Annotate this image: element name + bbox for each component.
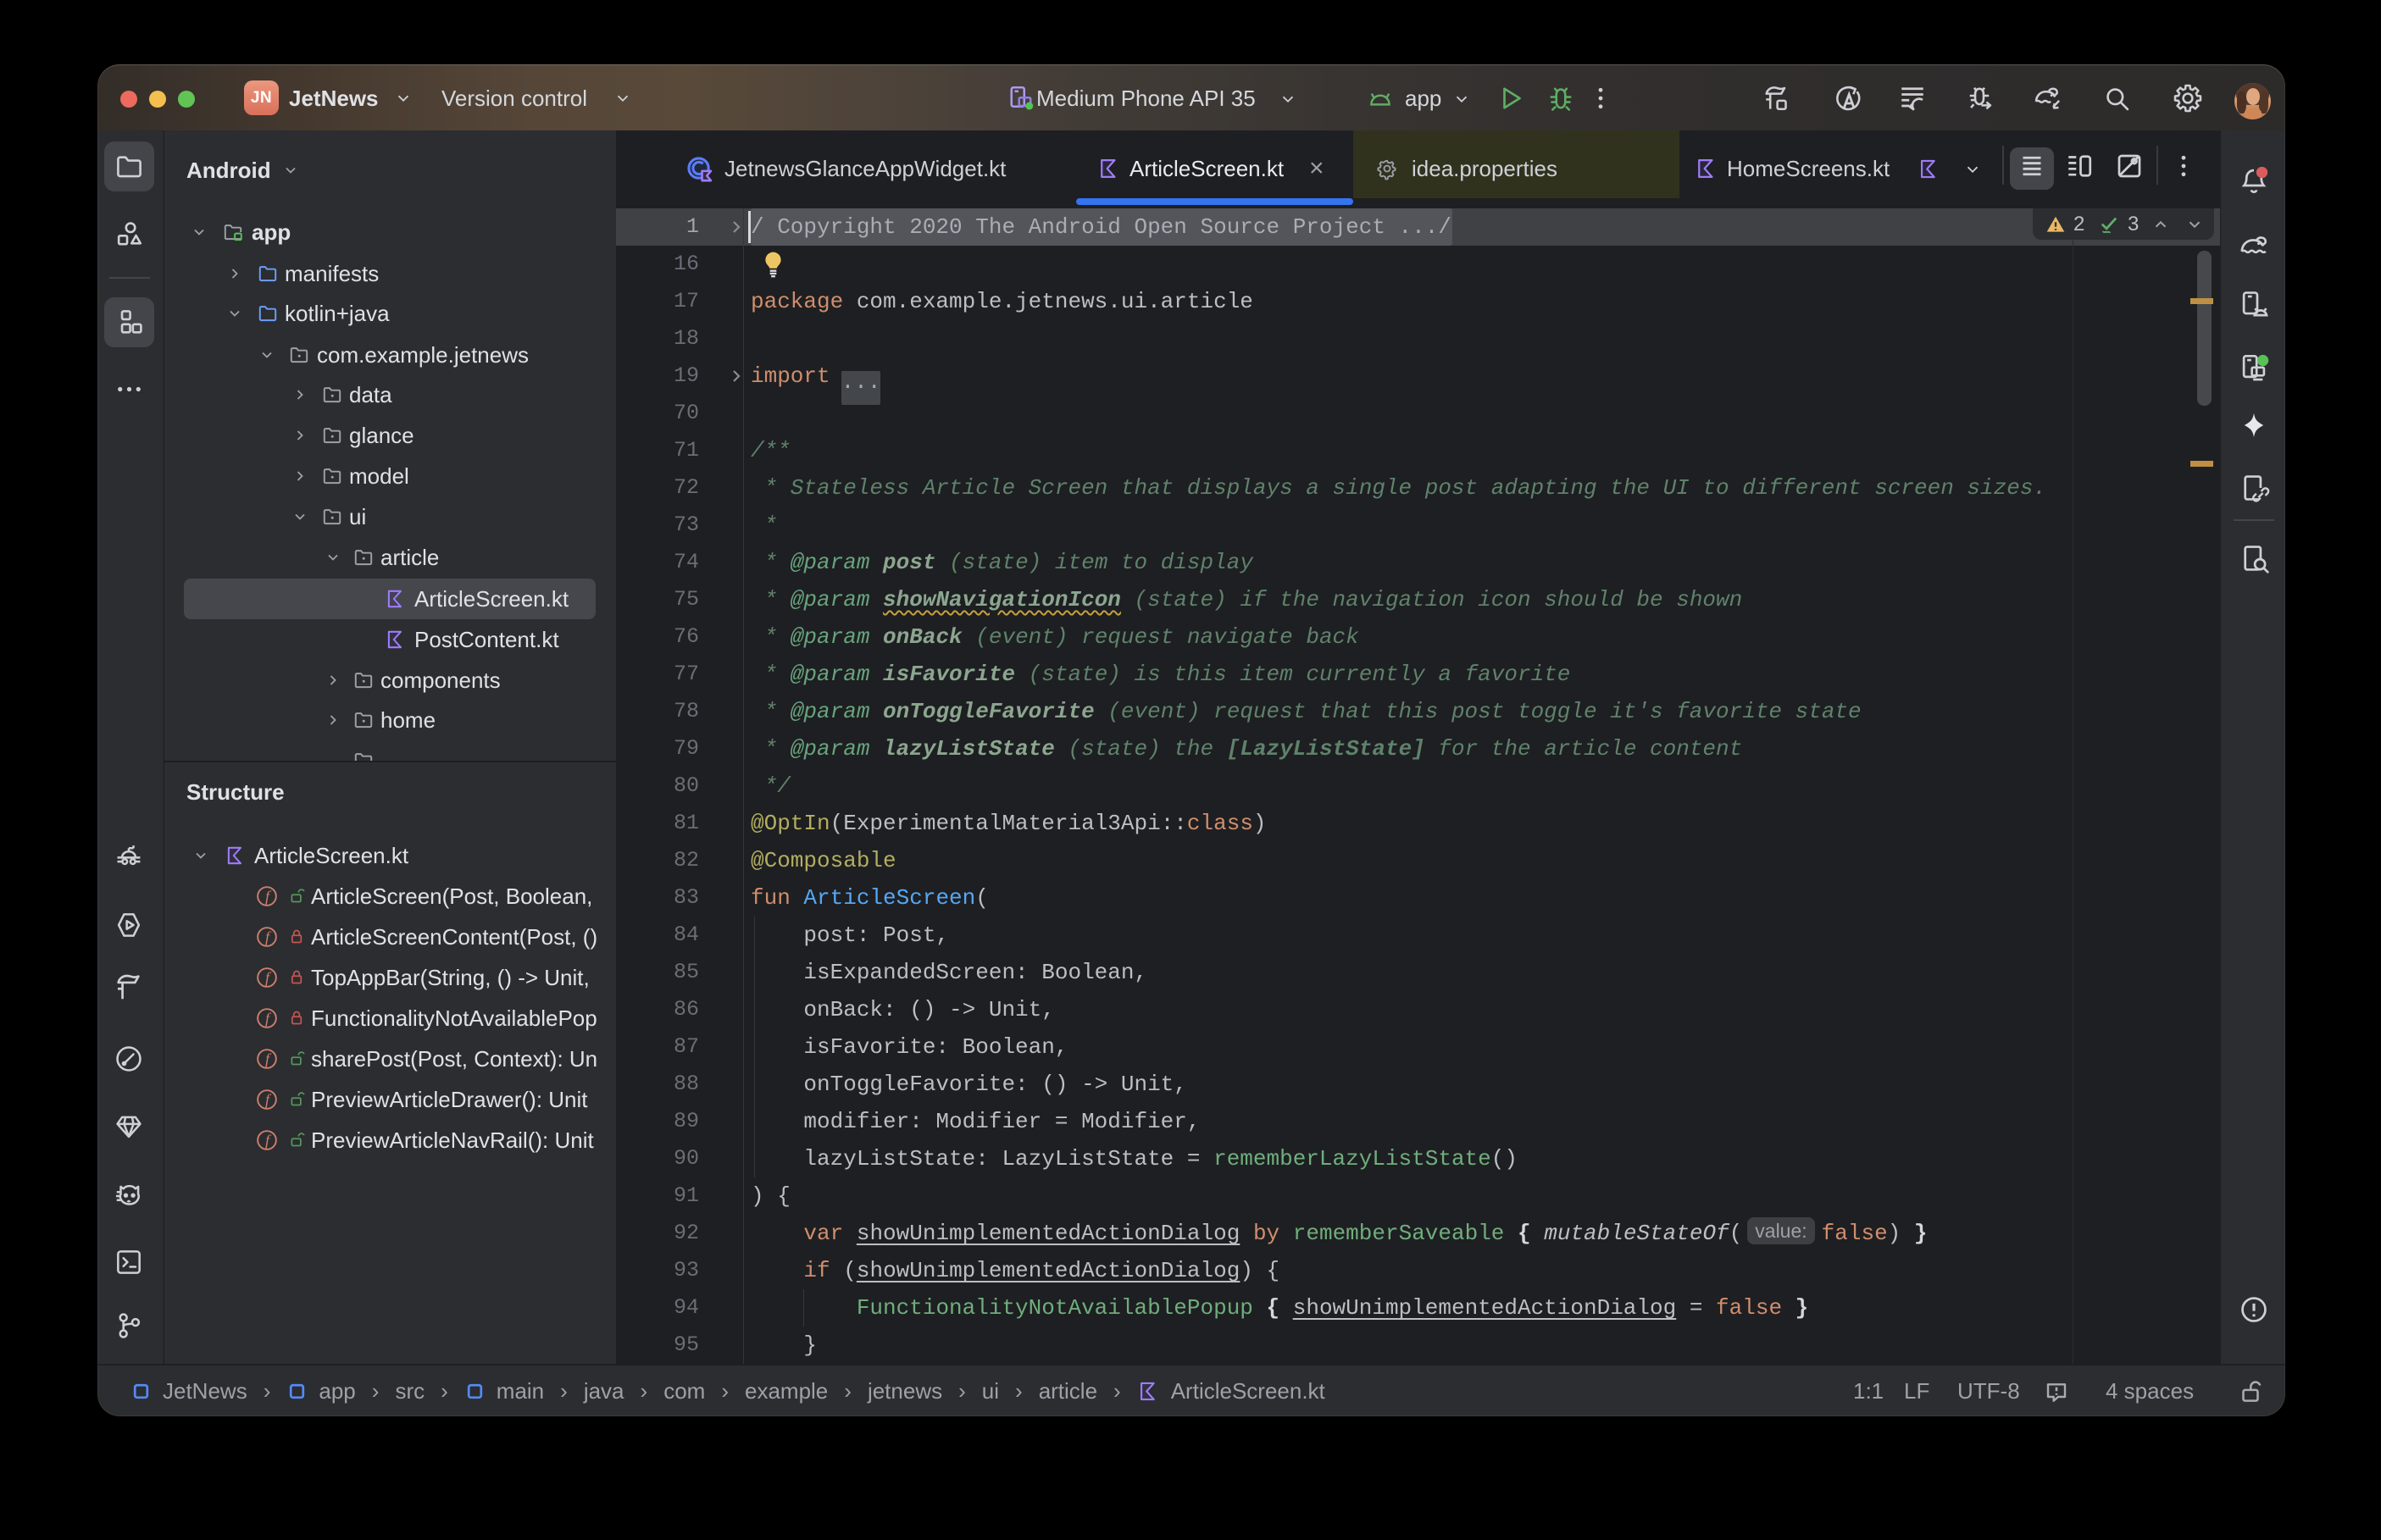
svg-text:f: f bbox=[265, 1010, 272, 1027]
svg-text:f: f bbox=[265, 1132, 272, 1149]
svg-text:f: f bbox=[265, 969, 272, 986]
svg-text:f: f bbox=[265, 1050, 272, 1067]
svg-text:f: f bbox=[265, 928, 272, 945]
svg-text:f: f bbox=[265, 888, 272, 905]
svg-text:f: f bbox=[265, 1091, 272, 1108]
